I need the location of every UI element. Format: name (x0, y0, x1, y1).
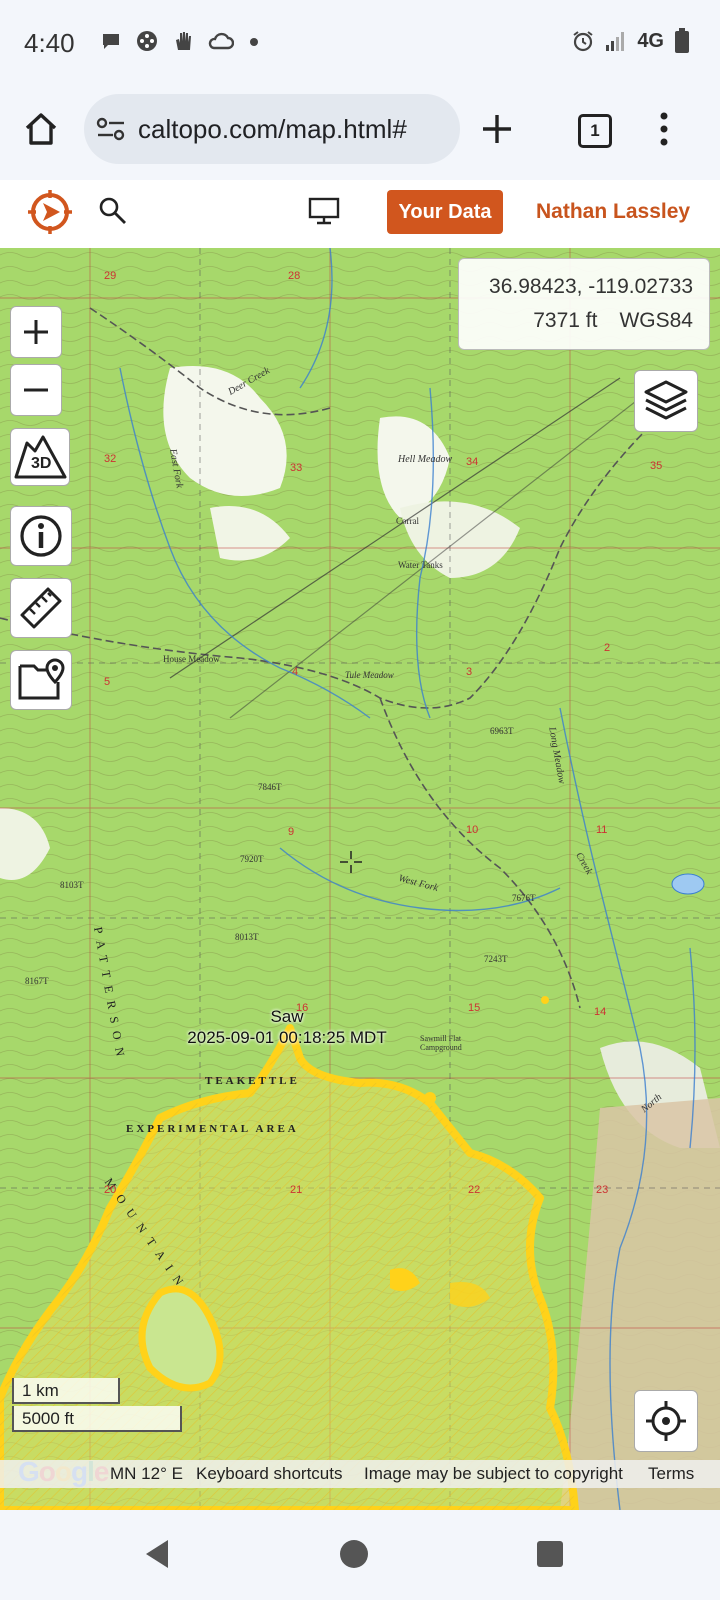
teakettle-label: TEAKETTLE (205, 1075, 300, 1087)
sawmill-flat-label: Sawmill Flat Campground (420, 1034, 462, 1052)
network-type: 4G (637, 29, 664, 52)
browser-toolbar: caltopo.com/map.html# 1 (0, 86, 720, 180)
section-number: 33 (290, 462, 303, 474)
section-number: 22 (468, 1184, 481, 1196)
keyboard-shortcuts-link[interactable]: Keyboard shortcuts (196, 1464, 342, 1484)
terrain-3d-button[interactable]: 3D (10, 428, 70, 486)
zoom-out-button[interactable] (10, 364, 62, 416)
topo-map[interactable]: Hell Meadow Tule Meadow House Meadow Lon… (0, 248, 720, 1510)
section-number: 20 (104, 1184, 117, 1196)
water-tanks-label: Water Tanks (398, 560, 443, 570)
status-time: 4:40 (24, 28, 75, 58)
elevation-label: 7676T (512, 893, 536, 903)
layers-button[interactable] (634, 370, 698, 432)
elevation-label: 7243T (484, 954, 508, 964)
house-meadow-label: House Meadow (163, 654, 220, 664)
corral-label: Corral (396, 516, 419, 526)
android-navigation-bar (0, 1510, 720, 1600)
url-text: caltopo.com/map.html# (138, 114, 407, 144)
fire-perimeter-label[interactable]: Saw 2025-09-01 00:18:25 MDT (172, 1006, 402, 1048)
info-button[interactable] (10, 506, 72, 566)
site-settings-icon[interactable] (96, 116, 126, 142)
home-icon[interactable] (338, 1538, 370, 1570)
desktop-view-icon[interactable] (308, 196, 340, 226)
crosshair-icon (646, 1401, 686, 1441)
section-number: 14 (594, 1006, 607, 1018)
caltopo-logo[interactable] (26, 188, 74, 236)
lat-lon-readout: 36.98423, -119.02733 (489, 275, 693, 298)
map-attribution-bar: MN 12° E Keyboard shortcuts Image may be… (0, 1460, 720, 1488)
map-marker-icon (18, 658, 65, 700)
tule-meadow-label: Tule Meadow (345, 670, 394, 680)
section-number: 4 (292, 666, 299, 678)
magnetic-declination: MN 12° E (110, 1464, 183, 1483)
new-tab-button[interactable] (480, 112, 514, 146)
elevation-label: 8103T (60, 880, 84, 890)
fire-name: Saw (270, 1007, 304, 1026)
section-number: 11 (596, 824, 608, 836)
dot-icon (250, 38, 258, 46)
ruler-icon (20, 587, 62, 629)
scale-bar-imperial: 5000 ft (12, 1406, 182, 1432)
url-bar[interactable]: caltopo.com/map.html# (84, 94, 460, 164)
elevation-label: 8167T (25, 976, 49, 986)
more-options-icon[interactable] (656, 110, 672, 148)
cursor-coordinates-panel[interactable]: 36.98423, -119.02733 7371 ft WGS84 (458, 258, 710, 350)
section-number: 35 (650, 460, 663, 472)
alarm-icon (573, 31, 593, 52)
experimental-area-label: EXPERIMENTAL AREA (126, 1123, 299, 1135)
hell-meadow-label: Hell Meadow (398, 454, 453, 465)
tab-switcher-button[interactable]: 1 (578, 114, 612, 148)
measure-button[interactable] (10, 578, 72, 638)
elevation-readout: 7371 ft (533, 309, 598, 332)
game-icon (137, 31, 157, 51)
system-status: 4G (571, 28, 690, 54)
section-number: 10 (466, 824, 479, 836)
notification-icons (100, 30, 260, 52)
my-location-button[interactable] (634, 1390, 698, 1452)
section-number: 15 (468, 1002, 481, 1014)
fire-timestamp: 2025-09-01 00:18:25 MDT (187, 1028, 387, 1047)
datum-readout: WGS84 (619, 309, 693, 332)
copyright-notice: Image may be subject to copyright (364, 1464, 623, 1483)
section-number: 9 (288, 826, 295, 838)
scale-bar-metric: 1 km (12, 1378, 120, 1404)
home-button[interactable] (22, 110, 60, 148)
elevation-label: 8013T (235, 932, 259, 942)
section-number: 5 (104, 676, 111, 688)
minus-icon (24, 388, 48, 392)
recents-icon[interactable] (536, 1540, 564, 1568)
terms-link[interactable]: Terms (648, 1464, 694, 1484)
status-bar: 4:40 4G (0, 0, 720, 86)
search-icon[interactable] (98, 196, 128, 226)
your-data-button[interactable]: Your Data (387, 190, 503, 234)
section-number: 28 (288, 270, 301, 282)
cloud-icon (208, 32, 234, 50)
section-number: 3 (466, 666, 473, 678)
section-number: 21 (290, 1184, 303, 1196)
topo-map-canvas[interactable] (0, 248, 720, 1510)
zoom-in-button[interactable] (10, 306, 62, 358)
elevation-datum-readout: 7371 ft WGS84 (533, 309, 693, 333)
layers-icon (644, 380, 688, 420)
add-marker-button[interactable] (10, 650, 72, 710)
section-number: 23 (596, 1184, 609, 1196)
section-number: 32 (104, 453, 117, 465)
battery-icon (675, 28, 689, 53)
caltopo-app-bar: Your Data Nathan Lassley (0, 180, 720, 249)
elevation-label: 7846T (258, 782, 282, 792)
hand-icon (176, 32, 191, 50)
plus-icon (24, 320, 48, 344)
chat-icon (103, 34, 119, 49)
back-icon[interactable] (142, 1538, 172, 1570)
elevation-label: 6963T (490, 726, 514, 736)
signal-icon (606, 32, 625, 51)
info-icon (20, 515, 62, 557)
user-account-link[interactable]: Nathan Lassley (536, 200, 690, 224)
section-number: 34 (466, 456, 479, 468)
section-number: 29 (104, 270, 117, 282)
elevation-label: 7920T (240, 854, 264, 864)
terrain-3d-label: 3D (31, 455, 52, 472)
section-number: 2 (604, 642, 611, 654)
